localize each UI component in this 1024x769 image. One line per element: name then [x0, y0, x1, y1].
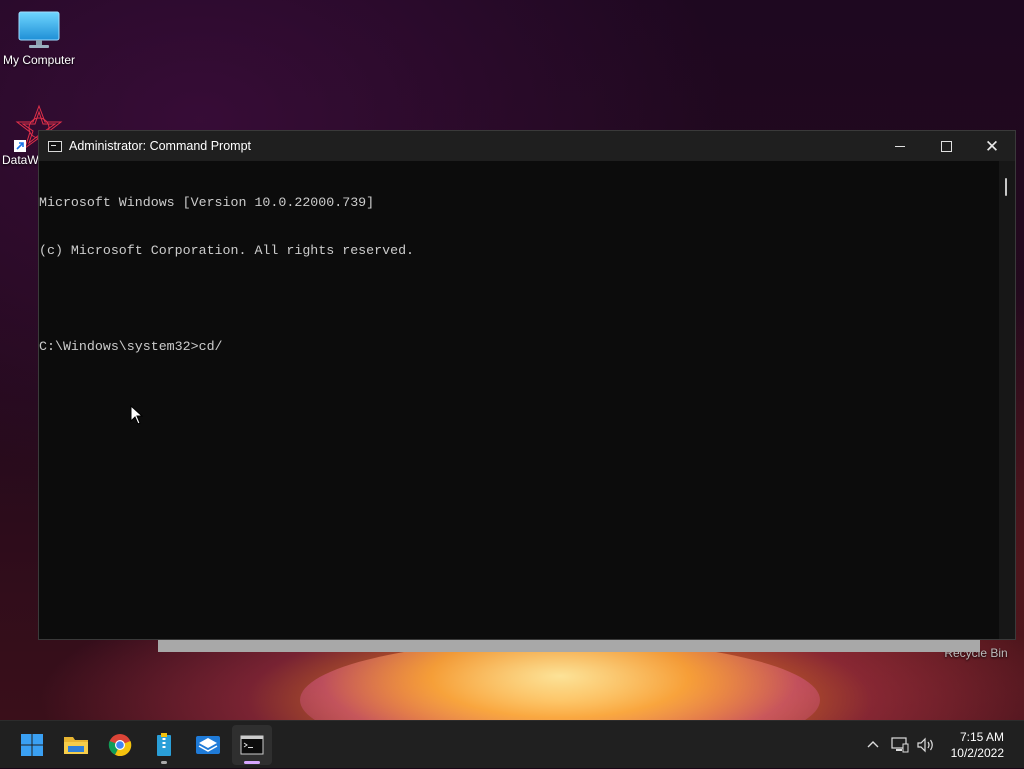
window-titlebar[interactable]: Administrator: Command Prompt ✕ [39, 131, 1015, 161]
network-icon[interactable] [890, 736, 910, 754]
speaker-icon[interactable] [916, 736, 936, 754]
taskbar-clock[interactable]: 7:15 AM 10/2/2022 [951, 729, 1004, 761]
running-indicator [161, 761, 167, 764]
horizontal-scrollbar[interactable] [158, 640, 980, 652]
window-controls: ✕ [877, 131, 1015, 161]
terminal-icon [48, 140, 62, 152]
windows-logo-icon [21, 734, 43, 756]
maximize-icon [940, 140, 952, 152]
minimize-button[interactable] [877, 131, 923, 161]
monitor-icon [18, 11, 60, 48]
wallpaper-glow [300, 640, 820, 720]
system-tray [864, 721, 936, 769]
taskbar: 7:15 AM 10/2/2022 [0, 720, 1024, 768]
console-output[interactable]: Microsoft Windows [Version 10.0.22000.73… [39, 161, 999, 639]
scrollbar-thumb[interactable] [1005, 178, 1007, 196]
shortcut-arrow-icon [14, 140, 26, 152]
desktop-icon-label: My Computer [2, 53, 76, 67]
desktop-icon-my-computer[interactable]: My Computer [0, 10, 78, 67]
maximize-button[interactable] [923, 131, 969, 161]
clock-time: 7:15 AM [959, 730, 1004, 744]
vertical-scrollbar[interactable] [999, 161, 1015, 639]
console-prompt-line[interactable]: C:\Windows\system32>cd/ [39, 339, 999, 355]
chevron-up-icon[interactable] [864, 736, 882, 754]
command-prompt-window[interactable]: Administrator: Command Prompt ✕ Microsof… [38, 130, 1016, 640]
active-indicator [244, 761, 260, 764]
start-button[interactable] [12, 725, 52, 765]
taskbar-chrome[interactable] [100, 725, 140, 765]
terminal-icon [240, 735, 264, 755]
window-title: Administrator: Command Prompt [69, 139, 252, 153]
close-button[interactable]: ✕ [969, 131, 1015, 161]
chrome-icon [108, 734, 132, 757]
folder-icon [64, 737, 88, 754]
envelope-icon [196, 736, 220, 754]
close-icon: ✕ [984, 136, 1000, 156]
console-line: Microsoft Windows [Version 10.0.22000.73… [39, 195, 375, 210]
mouse-pointer-icon [130, 405, 144, 425]
taskbar-command-prompt[interactable] [232, 725, 272, 765]
console-line: (c) Microsoft Corporation. All rights re… [39, 243, 415, 258]
minimize-icon [895, 145, 905, 147]
taskbar-archive-app[interactable] [144, 725, 184, 765]
clock-date: 10/2/2022 [950, 746, 1004, 760]
archive-icon [157, 733, 171, 756]
taskbar-mail-app[interactable] [188, 725, 228, 765]
taskbar-file-explorer[interactable] [56, 725, 96, 765]
